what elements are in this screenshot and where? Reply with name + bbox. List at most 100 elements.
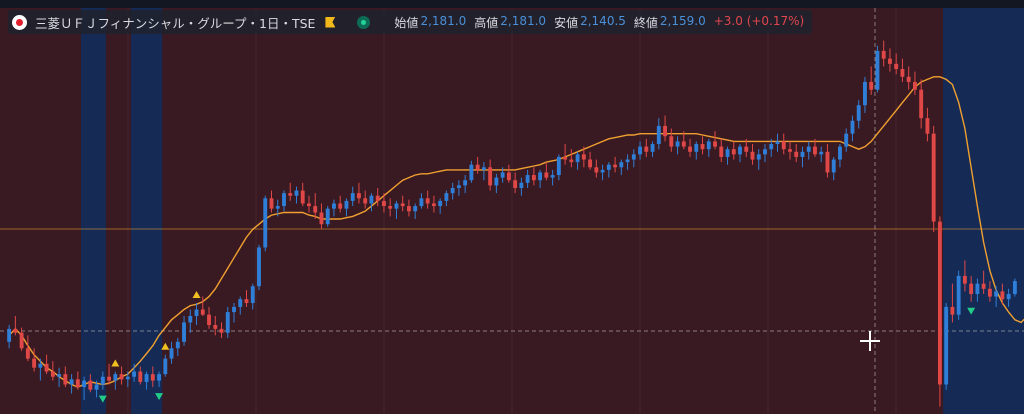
candle-body	[232, 306, 236, 313]
candle-body	[750, 151, 755, 160]
candle-body	[344, 200, 349, 209]
candle-body	[119, 374, 124, 380]
low-value: 2,140.5	[580, 13, 626, 28]
price-chart[interactable]	[0, 0, 1024, 414]
candle-body	[550, 175, 555, 178]
candle-body	[975, 283, 980, 294]
candle-body	[475, 164, 480, 170]
candle-body	[800, 151, 805, 157]
candle-body	[132, 371, 136, 377]
candle-body	[700, 144, 705, 150]
candle-body	[69, 379, 74, 385]
candle-body	[263, 198, 268, 248]
flag-icon[interactable]	[325, 16, 336, 28]
candle-body	[100, 376, 105, 385]
change-value: +3.0 (+0.17%)	[713, 13, 805, 28]
candle-body	[44, 363, 49, 372]
candle-body	[275, 206, 280, 209]
candle-body	[594, 167, 599, 173]
candle-body	[987, 288, 992, 297]
logo-icon	[12, 14, 27, 30]
candle-body	[469, 164, 474, 181]
candle-body	[456, 185, 461, 188]
candle-body	[157, 374, 161, 381]
shading-blue-0	[80, 8, 106, 414]
candle-body	[1006, 293, 1011, 300]
shading-blue-2	[943, 8, 1024, 414]
symbol-legend: 三菱ＵＦＪフィナンシャル・グループ・1日・TSE 始値 2,181.0 高値 2…	[8, 10, 813, 34]
candle-body	[225, 312, 230, 333]
candle-body	[500, 172, 505, 178]
candle-body	[706, 141, 711, 150]
candle-body	[931, 133, 936, 222]
candle-body	[150, 374, 155, 381]
candle-body	[444, 193, 449, 201]
candle-body	[962, 275, 967, 284]
candle-body	[175, 341, 180, 349]
candle-body	[569, 159, 574, 163]
candle-body	[831, 159, 836, 173]
candle-body	[638, 146, 642, 155]
candle-body	[319, 212, 324, 225]
candle-body	[775, 141, 780, 145]
candle-body	[644, 146, 649, 152]
candle-body	[725, 149, 730, 157]
candle-body	[382, 200, 386, 207]
candle-body	[207, 314, 211, 326]
candle-body	[75, 379, 80, 388]
candle-body	[731, 149, 736, 155]
candle-body	[38, 363, 43, 368]
candle-body	[338, 203, 343, 209]
candle-body	[282, 193, 286, 207]
candle-body	[738, 146, 742, 155]
candle-body	[13, 328, 18, 333]
candle-body	[244, 299, 249, 304]
candle-body	[82, 380, 87, 388]
candle-body	[756, 154, 761, 160]
open-value: 2,181.0	[420, 13, 467, 28]
candle-body	[494, 177, 499, 186]
candle-body	[32, 358, 37, 368]
candle-body	[788, 149, 792, 152]
candle-body	[25, 348, 30, 359]
candle-body	[188, 315, 193, 323]
chart-area[interactable]: 三菱ＵＦＪフィナンシャル・グループ・1日・TSE 始値 2,181.0 高値 2…	[0, 0, 1024, 414]
candle-body	[257, 247, 261, 287]
candle-body	[825, 151, 830, 173]
candle-body	[238, 299, 243, 307]
candle-body	[663, 125, 667, 137]
candle-body	[388, 206, 393, 209]
candle-body	[438, 200, 443, 207]
candle-body	[894, 63, 899, 70]
candle-body	[357, 193, 361, 199]
candle-body	[912, 81, 917, 90]
candle-body	[863, 81, 867, 106]
candle-body	[394, 203, 399, 209]
candle-body	[794, 151, 799, 157]
candle-body	[219, 328, 224, 333]
candle-body	[144, 374, 149, 382]
candle-body	[888, 58, 892, 64]
candle-body	[538, 172, 543, 181]
candle-body	[7, 328, 12, 342]
candle-body	[806, 146, 811, 152]
status-dot-icon	[357, 15, 371, 29]
candle-body	[332, 203, 336, 209]
candle-body	[1000, 291, 1005, 300]
candle-body	[563, 156, 568, 160]
candle-body	[307, 203, 311, 207]
candle-body	[369, 195, 374, 204]
candle-body	[138, 371, 143, 382]
candle-body	[613, 164, 618, 168]
candle-body	[488, 167, 493, 186]
candle-body	[107, 376, 112, 381]
candle-body	[513, 180, 518, 188]
candle-body	[619, 162, 624, 168]
candle-body	[481, 167, 486, 170]
candle-body	[419, 198, 424, 207]
candle-body	[431, 203, 436, 207]
candle-body	[600, 169, 605, 173]
candle-body	[50, 371, 55, 377]
candle-body	[875, 50, 880, 90]
candle-body	[656, 125, 661, 145]
